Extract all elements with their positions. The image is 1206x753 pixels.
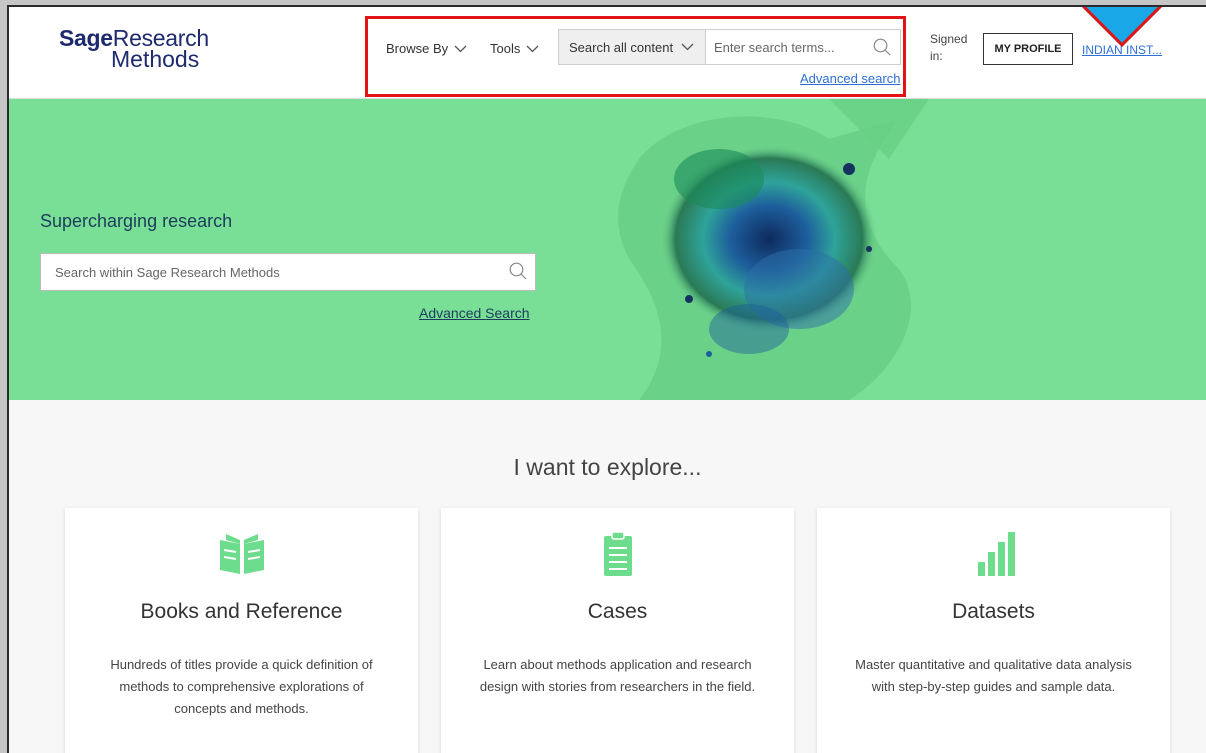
logo-brand: Sage <box>59 25 113 51</box>
clipboard-icon <box>603 531 632 576</box>
card-title: Cases <box>587 600 648 623</box>
signed-in-label: Signed in: <box>930 31 967 65</box>
explore-heading: I want to explore... <box>513 454 702 480</box>
highlight-annotation-box <box>365 16 906 97</box>
pointer-annotation-arrow <box>1080 7 1164 48</box>
bar-chart-icon <box>977 532 1015 576</box>
paint-explosion-artwork <box>618 99 929 400</box>
search-icon[interactable] <box>509 262 527 280</box>
hero-advanced-search-link[interactable]: Advanced Search <box>419 305 530 321</box>
logo-methods: Methods <box>111 46 200 72</box>
card-cases[interactable]: Cases Learn about methods application an… <box>441 508 794 753</box>
hero-title: Supercharging research <box>40 211 233 231</box>
browser-viewport: SageResearch Methods Browse By Tools Sea… <box>7 5 1206 753</box>
my-profile-button[interactable]: MY PROFILE <box>983 33 1073 65</box>
open-book-icon <box>219 534 264 574</box>
card-title: Books and Reference <box>140 600 343 623</box>
card-title: Datasets <box>952 600 1035 623</box>
hero-search-input[interactable] <box>40 253 536 291</box>
card-description: Learn about methods application and rese… <box>479 657 756 694</box>
sage-research-methods-logo[interactable]: SageResearch Methods <box>59 27 209 71</box>
card-description: Hundreds of titles provide a quick defin… <box>110 657 373 716</box>
signed-in-line1: Signed <box>930 32 968 46</box>
card-description: Master quantitative and qualitative data… <box>855 657 1132 694</box>
hero-banner: Supercharging research Advanced Search <box>9 99 1206 400</box>
card-books-and-reference[interactable]: Books and Reference Hundreds of titles p… <box>65 508 418 753</box>
site-header: SageResearch Methods Browse By Tools Sea… <box>9 7 1206 99</box>
card-datasets[interactable]: Datasets Master quantitative and qualita… <box>817 508 1170 753</box>
signed-in-line2: in: <box>930 49 943 63</box>
